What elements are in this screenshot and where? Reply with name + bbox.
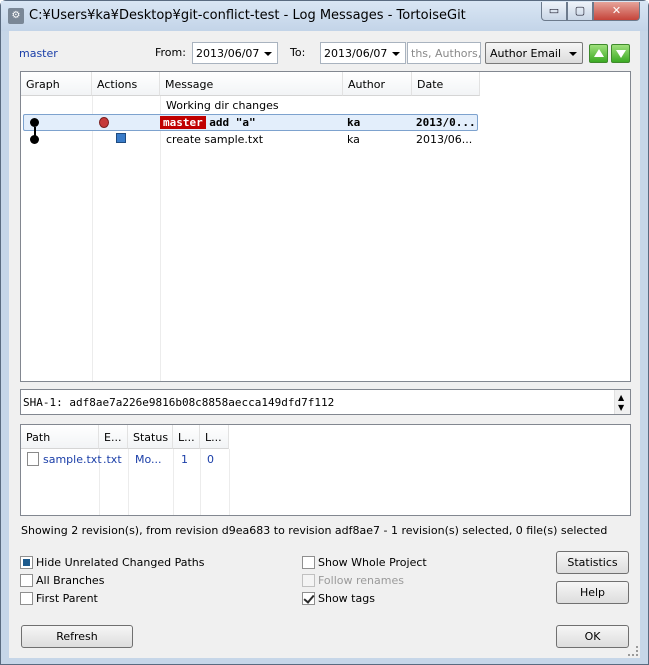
from-label: From:: [155, 46, 186, 59]
log-list[interactable]: Graph Actions Message Author Date Workin…: [20, 71, 631, 382]
commit-detail-text: SHA-1: adf8ae7a226e9816b08c8858aecca149d…: [23, 396, 335, 409]
chevron-down-icon: [264, 52, 272, 56]
scroll-down-icon: ▼: [618, 403, 625, 412]
first-parent-label[interactable]: First Parent: [36, 592, 98, 605]
column-header-date[interactable]: Date: [412, 72, 480, 96]
modified-action-icon: [99, 117, 109, 128]
commit-node-icon: [30, 135, 39, 144]
arrow-down-icon: [616, 50, 626, 58]
column-header-lines-added[interactable]: L...: [173, 425, 200, 449]
log-row-date: 2013/0...: [416, 116, 476, 129]
file-row-lines-removed: 0: [207, 453, 214, 466]
column-divider: [92, 96, 93, 381]
previous-arrow-button[interactable]: [589, 44, 608, 63]
column-divider: [128, 449, 129, 515]
commit-detail-box[interactable]: SHA-1: adf8ae7a226e9816b08c8858aecca149d…: [20, 389, 631, 415]
to-label: To:: [290, 46, 306, 59]
tortoisegit-app-icon: ⚙: [8, 8, 24, 24]
log-row-author: ka: [347, 133, 360, 146]
refresh-button[interactable]: Refresh: [21, 625, 133, 648]
column-header-author[interactable]: Author: [343, 72, 412, 96]
filter-field-select[interactable]: Author Email: [485, 42, 583, 64]
title-bar[interactable]: ⚙ C:¥Users¥ka¥Desktop¥git-conflict-test …: [1, 1, 648, 31]
detail-scrollbar[interactable]: ▲ ▼: [614, 390, 630, 414]
column-divider: [173, 449, 174, 515]
to-date-value: 2013/06/07: [324, 47, 388, 60]
close-button[interactable]: ✕: [593, 2, 640, 21]
file-icon: [27, 452, 39, 466]
column-header-lines-removed[interactable]: L...: [200, 425, 229, 449]
arrow-up-icon: [594, 49, 604, 57]
status-text: Showing 2 revision(s), from revision d9e…: [21, 524, 608, 537]
maximize-button[interactable]: ▢: [567, 2, 593, 21]
show-whole-project-label[interactable]: Show Whole Project: [318, 556, 427, 569]
to-date-picker[interactable]: 2013/06/07: [320, 42, 406, 64]
branch-link[interactable]: master: [19, 47, 58, 60]
log-row-message-text: add "a": [209, 116, 256, 129]
show-tags-checkbox[interactable]: [302, 592, 315, 605]
column-divider: [160, 96, 161, 381]
all-branches-checkbox[interactable]: [20, 574, 33, 587]
search-input[interactable]: ths, Authors, E: [407, 42, 481, 64]
log-row-message[interactable]: create sample.txt: [166, 133, 263, 146]
window-title: C:¥Users¥ka¥Desktop¥git-conflict-test - …: [29, 8, 466, 23]
show-whole-project-checkbox[interactable]: [302, 556, 315, 569]
file-row-lines-added: 1: [181, 453, 188, 466]
branch-tag-master: master: [160, 116, 206, 129]
ok-button[interactable]: OK: [556, 625, 629, 648]
follow-renames-label: Follow renames: [318, 574, 404, 587]
from-date-value: 2013/06/07: [196, 47, 260, 60]
log-row-message[interactable]: Working dir changes: [166, 99, 279, 112]
help-button[interactable]: Help: [556, 581, 629, 604]
hide-unrelated-checkbox[interactable]: [20, 556, 33, 569]
follow-renames-checkbox: [302, 574, 315, 587]
file-row-status: Mo...: [135, 453, 162, 466]
file-row-extension: .txt: [103, 453, 122, 466]
column-header-actions[interactable]: Actions: [92, 72, 160, 96]
all-branches-label[interactable]: All Branches: [36, 574, 104, 587]
from-date-picker[interactable]: 2013/06/07: [192, 42, 278, 64]
added-action-icon: [116, 133, 126, 143]
resize-grip-icon[interactable]: [628, 646, 638, 656]
column-divider: [200, 449, 201, 515]
file-row-path[interactable]: sample.txt: [43, 453, 102, 466]
commit-node-icon: [30, 118, 39, 127]
column-header-extension[interactable]: E...: [99, 425, 128, 449]
column-header-path[interactable]: Path: [21, 425, 99, 449]
scroll-up-icon: ▲: [618, 393, 625, 402]
client-area: master From: 2013/06/07 To: 2013/06/07 t…: [9, 31, 640, 658]
log-row-message[interactable]: master add "a": [160, 116, 256, 129]
log-window: ⚙ C:¥Users¥ka¥Desktop¥git-conflict-test …: [0, 0, 649, 665]
log-row-date: 2013/06...: [416, 133, 473, 146]
minimize-button[interactable]: ▭: [541, 2, 567, 21]
chevron-down-icon: [569, 52, 577, 56]
chevron-down-icon: [392, 52, 400, 56]
first-parent-checkbox[interactable]: [20, 592, 33, 605]
log-row-author: ka: [347, 116, 361, 129]
hide-unrelated-label[interactable]: Hide Unrelated Changed Paths: [36, 556, 205, 569]
filter-field-value: Author Email: [490, 47, 562, 60]
show-tags-label[interactable]: Show tags: [318, 592, 375, 605]
next-arrow-button[interactable]: [611, 44, 630, 63]
changed-files-list[interactable]: Path E... Status L... L... sample.txt .t…: [20, 424, 631, 516]
statistics-button[interactable]: Statistics: [556, 551, 629, 574]
column-header-status[interactable]: Status: [128, 425, 173, 449]
column-header-graph[interactable]: Graph: [21, 72, 92, 96]
column-header-message[interactable]: Message: [160, 72, 343, 96]
column-divider: [229, 449, 230, 515]
